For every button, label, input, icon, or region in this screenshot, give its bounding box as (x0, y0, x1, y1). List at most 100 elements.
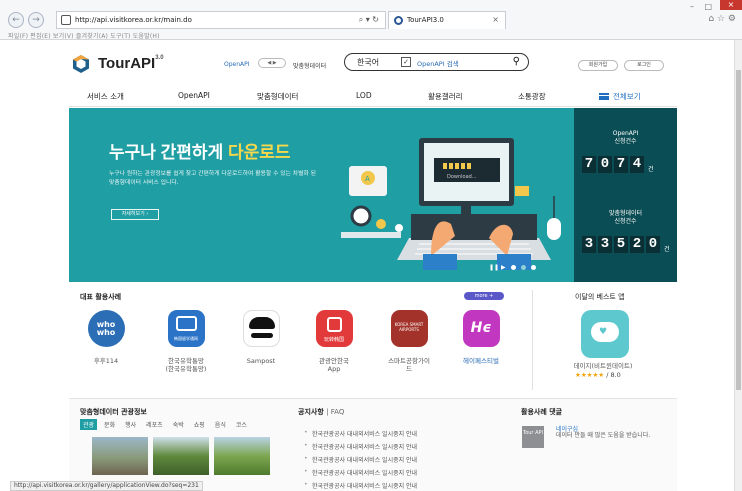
close-window-icon[interactable]: × (720, 0, 742, 10)
hero-pager[interactable]: ❚❚ ▶ (489, 265, 536, 271)
app-label[interactable]: Sampost (231, 357, 291, 365)
tag-food[interactable]: 음식 (212, 419, 229, 430)
tour-thumbnail[interactable] (214, 437, 270, 475)
header-toggle[interactable]: ◀ ▶ (258, 58, 286, 68)
search-input[interactable]: OpenAPI 검색 (417, 58, 459, 68)
tag-event[interactable]: 행사 (122, 419, 139, 430)
tag-course[interactable]: 코스 (233, 419, 250, 430)
whowho-app-icon[interactable]: who who (87, 310, 125, 347)
tag-tourism[interactable]: 관광 (80, 419, 98, 430)
tourapi-logo-icon[interactable] (71, 54, 91, 74)
tag-lodging[interactable]: 숙박 (170, 419, 187, 430)
signup-button[interactable]: 회원가입 (578, 60, 618, 71)
search-dropdown-check-icon[interactable]: ✓ (401, 57, 411, 67)
stat-custom-label: 맞춤형데이터 신청건수 (608, 210, 643, 225)
home-star-gear-icon[interactable]: ⌂ ☆ ⚙ (708, 14, 736, 24)
notice-item[interactable]: 한국관광공사 대내외서비스 일시중지 안내 (304, 455, 417, 464)
login-button[interactable]: 로그인 (624, 60, 664, 71)
nav-item-service-intro[interactable]: 서비스 소개 (87, 91, 124, 102)
back-button-icon[interactable]: ← (8, 12, 24, 28)
tag-culture[interactable]: 문화 (101, 419, 118, 430)
maximize-icon[interactable]: □ (704, 2, 712, 11)
study-korea-app-icon[interactable]: 韩国留学通网 (167, 310, 205, 347)
stat-openapi-label: OpenAPI 신청건수 (612, 130, 639, 145)
heart-icon: ♥ (599, 327, 608, 337)
menu-bar[interactable]: 파일(F) 편집(E) 보기(V) 즐겨찾기(A) 도구(T) 도움말(H) (8, 31, 160, 40)
nav-item-community[interactable]: 소통광장 (518, 91, 546, 102)
dazi-app-icon[interactable]: ♥ (581, 310, 629, 358)
app-card[interactable]: 玩转韩国 관광안한국 App (304, 310, 364, 373)
minimize-icon[interactable]: – (690, 2, 694, 11)
app-label[interactable]: 헤이페스티벌 (451, 357, 511, 365)
best-app-name[interactable]: 데이지(비트윈데이트) (548, 360, 658, 370)
best-app-rating: ★★★★★ / 8.0 (575, 371, 621, 379)
app-card[interactable]: who who 후후114 (76, 310, 136, 365)
notice-item[interactable]: 한국관광공사 대내외서비스 일시중지 안내 (304, 468, 417, 477)
scroll-thumb[interactable] (736, 70, 741, 390)
notice-title: 공지사항 | FAQ (298, 407, 344, 417)
app-label[interactable]: 관광안한국 App (304, 357, 364, 373)
app-icon-text: who who (96, 320, 116, 337)
search-language[interactable]: 한국어 (357, 57, 379, 68)
hero-description: 누구나 원하는 관광정보를 쉽게 찾고 간편하게 다운로드하여 활용할 수 있는… (109, 171, 316, 186)
best-app-title: 이달의 베스트 앱 (575, 293, 625, 301)
more-button[interactable]: more + (464, 292, 504, 300)
nav-all-view[interactable]: 전체보기 (599, 91, 641, 102)
avatar: Tour API (522, 426, 544, 448)
notice-item[interactable]: 한국관광공사 대내외서비스 일시중지 안내 (304, 442, 417, 451)
download-label: Download... (447, 174, 477, 180)
tourism-korea-app-icon[interactable]: 玩转韩国 (315, 310, 353, 347)
rating-score: / 8.0 (606, 371, 621, 379)
search-icon[interactable]: ⚲ (513, 56, 520, 67)
header-custom-data-link[interactable]: 맞춤형데이터 (293, 61, 326, 70)
section-divider (532, 290, 533, 390)
app-card[interactable]: 韩国留学通网 한국유학통망 (한국유학통망) (156, 310, 216, 373)
browser-chrome: ← → http://api.visitkorea.or.kr/main.do … (0, 0, 742, 40)
sampost-app-icon[interactable] (242, 310, 280, 347)
stats-panel: OpenAPI 신청건수 7 0 7 4 건 맞춤형데이터 신청건수 3 3 5… (574, 108, 677, 282)
tag-shopping[interactable]: 쇼핑 (191, 419, 208, 430)
pager-dot[interactable] (520, 265, 526, 270)
address-bar[interactable]: http://api.visitkorea.or.kr/main.do ⌕ ▾ … (56, 11, 386, 29)
search-box[interactable]: 한국어 ✓ OpenAPI 검색 ⚲ (344, 53, 529, 71)
nav-item-lod[interactable]: LOD (356, 91, 372, 100)
browser-tab[interactable]: TourAPI3.0 × (388, 11, 506, 29)
pager-controls-icon[interactable]: ❚❚ ▶ (489, 265, 506, 271)
tab-close-icon[interactable]: × (492, 15, 499, 24)
notice-tab[interactable]: 공지사항 (298, 408, 324, 416)
hat-icon (248, 317, 275, 329)
tour-thumbnail[interactable] (92, 437, 148, 475)
counter-digit: 7 (582, 156, 596, 173)
smart-airports-app-icon[interactable]: KOREA SMART AIRPORTS (390, 310, 428, 347)
faq-tab[interactable]: | FAQ (326, 408, 344, 416)
notice-item[interactable]: 한국관광공사 대내외서비스 일시중지 안내 (304, 481, 417, 490)
pager-dot[interactable] (510, 265, 516, 270)
app-card[interactable]: Sampost (231, 310, 291, 365)
app-icon-text: KOREA SMART AIRPORTS (394, 322, 424, 332)
tour-thumbnail[interactable] (153, 437, 209, 475)
status-bar-url: http://api.visitkorea.or.kr/gallery/appl… (10, 481, 203, 491)
nav-item-gallery[interactable]: 활용갤러리 (428, 91, 463, 102)
nav-item-custom-data[interactable]: 맞춤형데이터 (257, 91, 298, 102)
app-label[interactable]: 후후114 (76, 357, 136, 365)
logo-text[interactable]: TourAPI3.0 (98, 55, 164, 72)
download-illustration: Download... A (341, 138, 561, 270)
app-label[interactable]: 스마트공항가이 드 (379, 357, 439, 373)
notice-item[interactable]: 한국관광공사 대내외서비스 일시중지 안내 (304, 429, 417, 438)
nav-item-openapi[interactable]: OpenAPI (178, 91, 210, 100)
address-actions-icon[interactable]: ⌕ ▾ ↻ (359, 15, 379, 25)
app-icon-text: 玩转韩国 (323, 337, 344, 343)
header-openapi-link[interactable]: OpenAPI (224, 61, 250, 68)
pager-dot[interactable] (530, 265, 536, 270)
hey-festival-app-icon[interactable]: Hϵ (462, 310, 500, 347)
scrollbar[interactable] (734, 40, 742, 491)
app-label[interactable]: 한국유학통망 (한국유학통망) (156, 357, 216, 373)
app-card[interactable]: KOREA SMART AIRPORTS 스마트공항가이 드 (379, 310, 439, 373)
hero-detail-button[interactable]: 자세히보기 › (111, 209, 159, 220)
app-card[interactable]: Hϵ 헤이페스티벌 (451, 310, 511, 365)
forward-button-icon[interactable]: → (28, 12, 44, 28)
address-url[interactable]: http://api.visitkorea.or.kr/main.do (75, 16, 192, 24)
counter-digit: 0 (646, 236, 660, 253)
tag-leisure[interactable]: 레포츠 (143, 419, 166, 430)
comment-text[interactable]: 데이터 만들 때 많은 도움을 받습니다. (556, 432, 656, 439)
